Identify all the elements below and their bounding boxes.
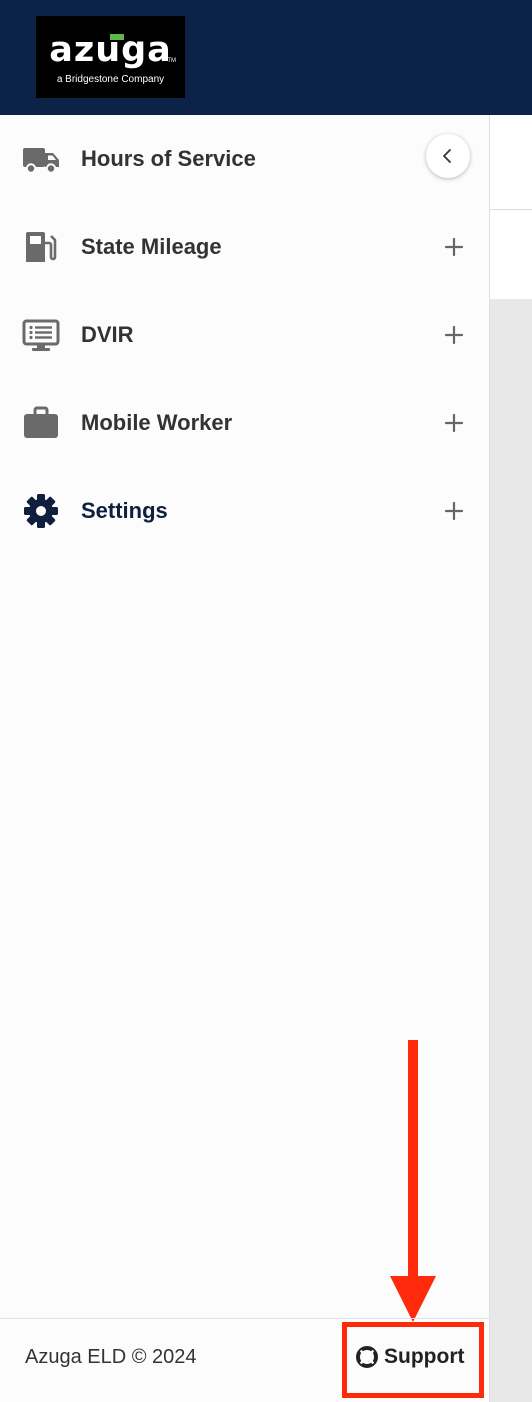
content-divider xyxy=(490,209,532,210)
expand-plus-icon[interactable] xyxy=(442,323,466,347)
monitor-list-icon xyxy=(22,319,60,351)
annotation-highlight-box xyxy=(342,1322,484,1398)
chevron-left-icon xyxy=(443,149,451,163)
sidebar-item-hours-of-service[interactable]: Hours of Service xyxy=(0,115,490,203)
briefcase-icon xyxy=(24,406,58,438)
sidebar-item-mobile-worker[interactable]: Mobile Worker xyxy=(0,379,490,467)
expand-plus-icon[interactable] xyxy=(442,411,466,435)
sidebar-item-label: Settings xyxy=(81,498,168,523)
top-header-bar: azuga TM a Bridgestone Company xyxy=(0,0,532,115)
main-content-header xyxy=(490,115,532,299)
truck-icon xyxy=(23,148,59,174)
sidebar-item-label: State Mileage xyxy=(81,234,222,259)
azuga-logo[interactable]: azuga TM a Bridgestone Company xyxy=(36,16,185,98)
logo-trademark: TM xyxy=(167,58,176,64)
logo-tagline: a Bridgestone Company xyxy=(56,74,165,85)
sidebar-item-label: Hours of Service xyxy=(81,146,256,171)
expand-plus-icon[interactable] xyxy=(442,499,466,523)
expand-plus-icon[interactable] xyxy=(442,235,466,259)
logo-accent-mark xyxy=(110,34,124,40)
sidebar-item-state-mileage[interactable]: State Mileage xyxy=(0,203,490,291)
sidebar-item-label: Mobile Worker xyxy=(81,410,233,435)
gear-icon xyxy=(24,494,58,528)
sidebar-item-dvir[interactable]: DVIR xyxy=(0,291,490,379)
sidebar-item-label: DVIR xyxy=(81,322,134,347)
collapse-sidebar-button[interactable] xyxy=(426,134,470,178)
footer-divider xyxy=(0,1318,490,1319)
copyright-text: Azuga ELD © 2024 xyxy=(25,1346,197,1368)
annotation-arrow xyxy=(390,1040,436,1322)
sidebar-item-settings[interactable]: Settings xyxy=(0,467,490,555)
fuel-pump-icon xyxy=(26,232,57,262)
